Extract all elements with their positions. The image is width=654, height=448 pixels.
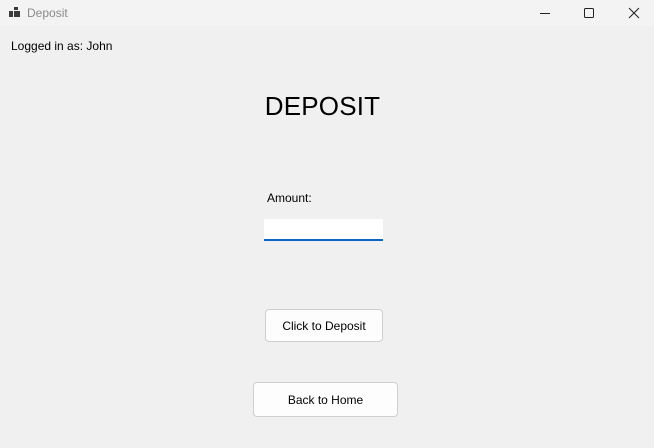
page-title: DEPOSIT	[264, 91, 381, 121]
maximize-button[interactable]	[566, 0, 612, 26]
close-button[interactable]	[611, 0, 654, 26]
back-to-home-button[interactable]: Back to Home	[253, 382, 398, 417]
logged-in-label: Logged in as: John	[11, 39, 113, 53]
window-title: Deposit	[27, 6, 68, 20]
deposit-window: Deposit Logged in as: John DEPOSIT Amoun…	[0, 0, 654, 448]
minimize-button[interactable]	[522, 0, 568, 26]
amount-label: Amount:	[267, 191, 312, 205]
amount-input[interactable]	[264, 219, 383, 241]
minimize-icon	[540, 13, 550, 14]
deposit-button[interactable]: Click to Deposit	[265, 309, 383, 342]
close-icon	[628, 7, 640, 19]
app-window-icon	[9, 7, 20, 17]
title-bar[interactable]: Deposit	[0, 0, 654, 26]
maximize-icon	[584, 8, 594, 18]
